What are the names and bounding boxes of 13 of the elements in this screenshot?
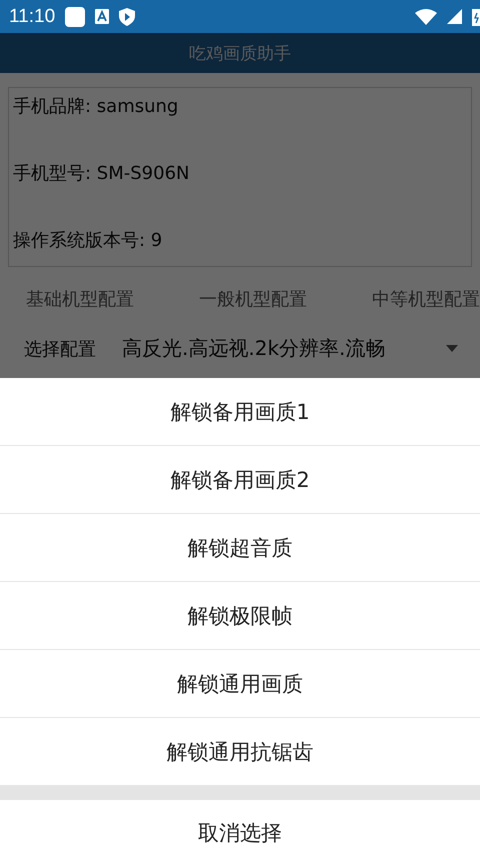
signal-icon [447, 9, 462, 24]
wifi-icon [415, 8, 437, 24]
notification-icon [65, 6, 86, 26]
device-info-text: 手机型号: SM-S906N [13, 162, 190, 185]
config-label: 选择配置 [24, 338, 96, 360]
device-info-text: 手机品牌: samsung [13, 95, 180, 118]
app-title: 吃鸡画质助手 [189, 42, 291, 64]
shield-icon [119, 8, 136, 26]
status-time: 11:10 [9, 6, 56, 28]
config-dropdown[interactable]: 高反光.高远视.2k分辨率.流畅 [122, 335, 420, 362]
device-info-text: 操作系统版本号: 9 [13, 229, 164, 252]
dropdown-caret-icon[interactable] [446, 345, 458, 352]
font-icon [95, 9, 110, 24]
